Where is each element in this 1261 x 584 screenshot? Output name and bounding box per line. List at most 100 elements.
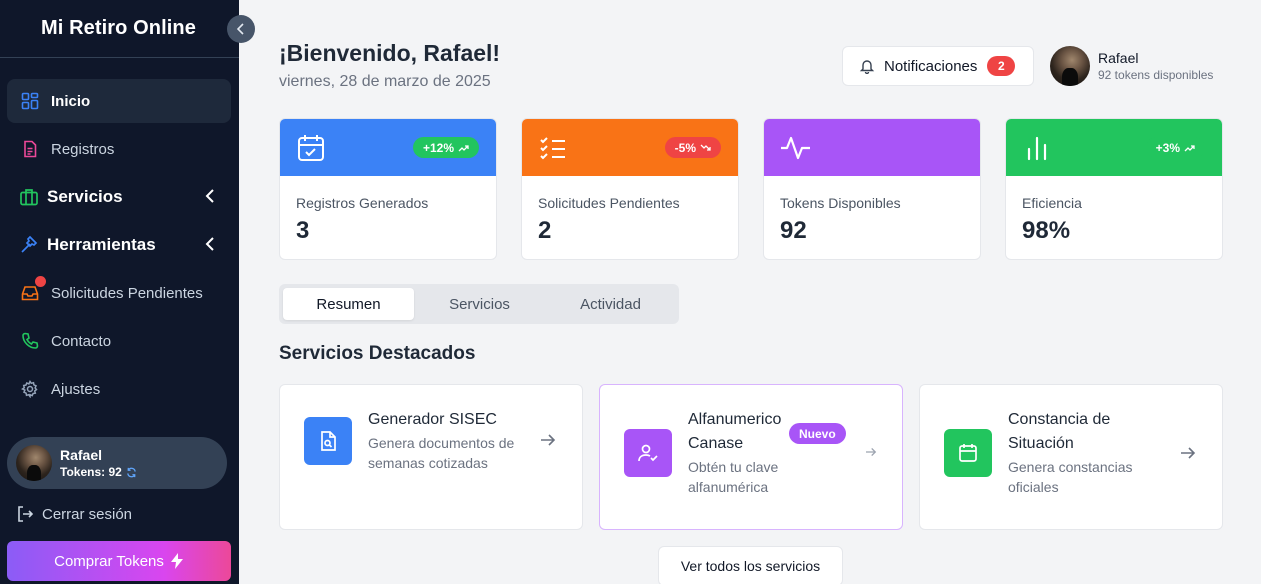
- stat-card-header: +12%: [280, 119, 496, 176]
- sidebar-item-herramientas[interactable]: Herramientas: [7, 223, 231, 267]
- list-check-icon: [538, 133, 568, 163]
- stat-card-header: -5%: [522, 119, 738, 176]
- notifications-button[interactable]: Notificaciones 2: [842, 46, 1034, 86]
- briefcase-icon: [19, 187, 39, 207]
- trend-up-icon: [458, 144, 469, 152]
- chevron-left-icon: [205, 188, 215, 209]
- page-title: ¡Bienvenido, Rafael!: [279, 40, 501, 66]
- sidebar-user-card[interactable]: Rafael Tokens: 92: [7, 437, 227, 489]
- sidebar-item-label: Servicios: [47, 187, 123, 206]
- tokens-label: Tokens: 92: [60, 465, 122, 479]
- calendar-check-icon: [296, 133, 326, 163]
- view-all-services-button[interactable]: Ver todos los servicios: [658, 546, 843, 584]
- buy-tokens-label: Comprar Tokens: [54, 552, 164, 570]
- header-user-tokens: 92 tokens disponibles: [1098, 68, 1214, 82]
- buy-tokens-button[interactable]: Comprar Tokens: [7, 541, 231, 581]
- service-card-constancia[interactable]: Constancia de Situación Genera constanci…: [919, 384, 1223, 530]
- service-card-alfanumerico[interactable]: Alfanumerico Canase Nuevo Obtén tu clave…: [599, 384, 903, 530]
- hammer-icon: [19, 235, 39, 255]
- stat-change-badge: +3%: [1145, 137, 1205, 158]
- notifications-label: Notificaciones: [884, 57, 978, 75]
- stat-card-tokens: Tokens Disponibles 92: [763, 118, 981, 260]
- trend-down-icon: [700, 144, 711, 152]
- stat-change-badge: +12%: [412, 137, 479, 158]
- new-badge: Nuevo: [789, 423, 846, 444]
- activity-icon: [780, 133, 812, 163]
- service-description: Genera documentos de semanas cotizadas: [368, 435, 515, 471]
- stat-change-value: -5%: [674, 140, 696, 155]
- stat-card-eficiencia: +3% Eficiencia 98%: [1005, 118, 1223, 260]
- avatar: [1050, 46, 1090, 86]
- service-title: Constancia de Situación: [1008, 411, 1111, 452]
- sidebar-item-registros[interactable]: Registros: [7, 127, 231, 171]
- stat-card-header: +3%: [1006, 119, 1222, 176]
- service-description: Obtén tu clave alfanumérica: [688, 459, 779, 495]
- stat-change-value: +3%: [1155, 140, 1180, 155]
- sidebar-item-inicio[interactable]: Inicio: [7, 79, 231, 123]
- section-title: Servicios Destacados: [279, 343, 476, 364]
- brand-title: Mi Retiro Online: [41, 17, 196, 39]
- stat-change-value: +12%: [422, 140, 454, 155]
- calendar-icon: [944, 429, 992, 477]
- collapse-sidebar-button[interactable]: [227, 15, 255, 43]
- arrow-right-icon: [865, 447, 877, 457]
- sidebar-item-label: Herramientas: [47, 235, 156, 254]
- header-user-name: Rafael: [1098, 50, 1139, 66]
- service-card-sisec[interactable]: Generador SISEC Genera documentos de sem…: [279, 384, 583, 530]
- sidebar-item-label: Ajustes: [51, 380, 101, 398]
- tab-resumen[interactable]: Resumen: [283, 288, 414, 320]
- bar-chart-icon: [1022, 133, 1052, 163]
- current-date: viernes, 28 de marzo de 2025: [279, 73, 491, 90]
- stat-label: Solicitudes Pendientes: [538, 195, 680, 211]
- logout-icon: [16, 505, 34, 523]
- user-check-icon: [624, 429, 672, 477]
- sidebar-item-ajustes[interactable]: Ajustes: [7, 367, 231, 411]
- sidebar: Mi Retiro Online Inicio Registros Servic…: [0, 0, 239, 584]
- stat-card-header: [764, 119, 980, 176]
- notification-dot: [35, 276, 46, 287]
- logout-label: Cerrar sesión: [42, 505, 133, 523]
- sidebar-item-label: Inicio: [51, 92, 91, 110]
- avatar: [16, 445, 52, 481]
- service-title: Alfanumerico Canase: [688, 411, 782, 452]
- stat-value: 92: [780, 217, 807, 244]
- file-search-icon: [304, 417, 352, 465]
- phone-icon: [20, 331, 40, 351]
- bell-icon: [859, 58, 875, 74]
- featured-services: Generador SISEC Genera documentos de sem…: [279, 384, 1223, 530]
- stat-card-registros: +12% Registros Generados 3: [279, 118, 497, 260]
- stat-card-solicitudes: -5% Solicitudes Pendientes 2: [521, 118, 739, 260]
- stat-value: 2: [538, 217, 552, 244]
- logout-button[interactable]: Cerrar sesión: [16, 505, 132, 523]
- sidebar-item-contacto[interactable]: Contacto: [7, 319, 231, 363]
- sidebar-item-label: Contacto: [51, 332, 112, 350]
- trend-up-icon: [1184, 144, 1195, 152]
- grid-icon: [20, 91, 40, 111]
- tabs: Resumen Servicios Actividad: [279, 284, 679, 324]
- sidebar-item-solicitudes[interactable]: Solicitudes Pendientes: [7, 271, 231, 315]
- gear-icon: [20, 379, 40, 399]
- stat-value: 98%: [1022, 217, 1071, 244]
- arrow-right-icon: [1180, 446, 1196, 460]
- stat-label: Eficiencia: [1022, 195, 1082, 211]
- chevron-left-icon: [237, 23, 245, 35]
- service-title: Generador SISEC: [368, 411, 497, 428]
- tab-actividad[interactable]: Actividad: [545, 288, 676, 320]
- service-description: Genera constancias oficiales: [1008, 459, 1133, 495]
- sidebar-item-servicios[interactable]: Servicios: [7, 175, 231, 219]
- notifications-count-badge: 2: [987, 56, 1016, 76]
- stat-value: 3: [296, 217, 310, 244]
- sidebar-user-name: Rafael: [60, 447, 103, 463]
- document-icon: [20, 139, 40, 159]
- tab-servicios[interactable]: Servicios: [414, 288, 545, 320]
- stat-label: Registros Generados: [296, 195, 429, 211]
- refresh-icon[interactable]: [126, 467, 137, 478]
- brand: Mi Retiro Online: [0, 0, 239, 58]
- stat-label: Tokens Disponibles: [780, 195, 901, 211]
- stats-row: +12% Registros Generados 3 -5% Solicitud…: [279, 118, 1223, 260]
- lightning-icon: [170, 553, 184, 569]
- sidebar-item-label: Solicitudes Pendientes: [51, 284, 203, 302]
- arrow-right-icon: [540, 433, 556, 447]
- main-content: ¡Bienvenido, Rafael! viernes, 28 de marz…: [239, 0, 1261, 584]
- header-user[interactable]: Rafael 92 tokens disponibles: [1050, 46, 1213, 86]
